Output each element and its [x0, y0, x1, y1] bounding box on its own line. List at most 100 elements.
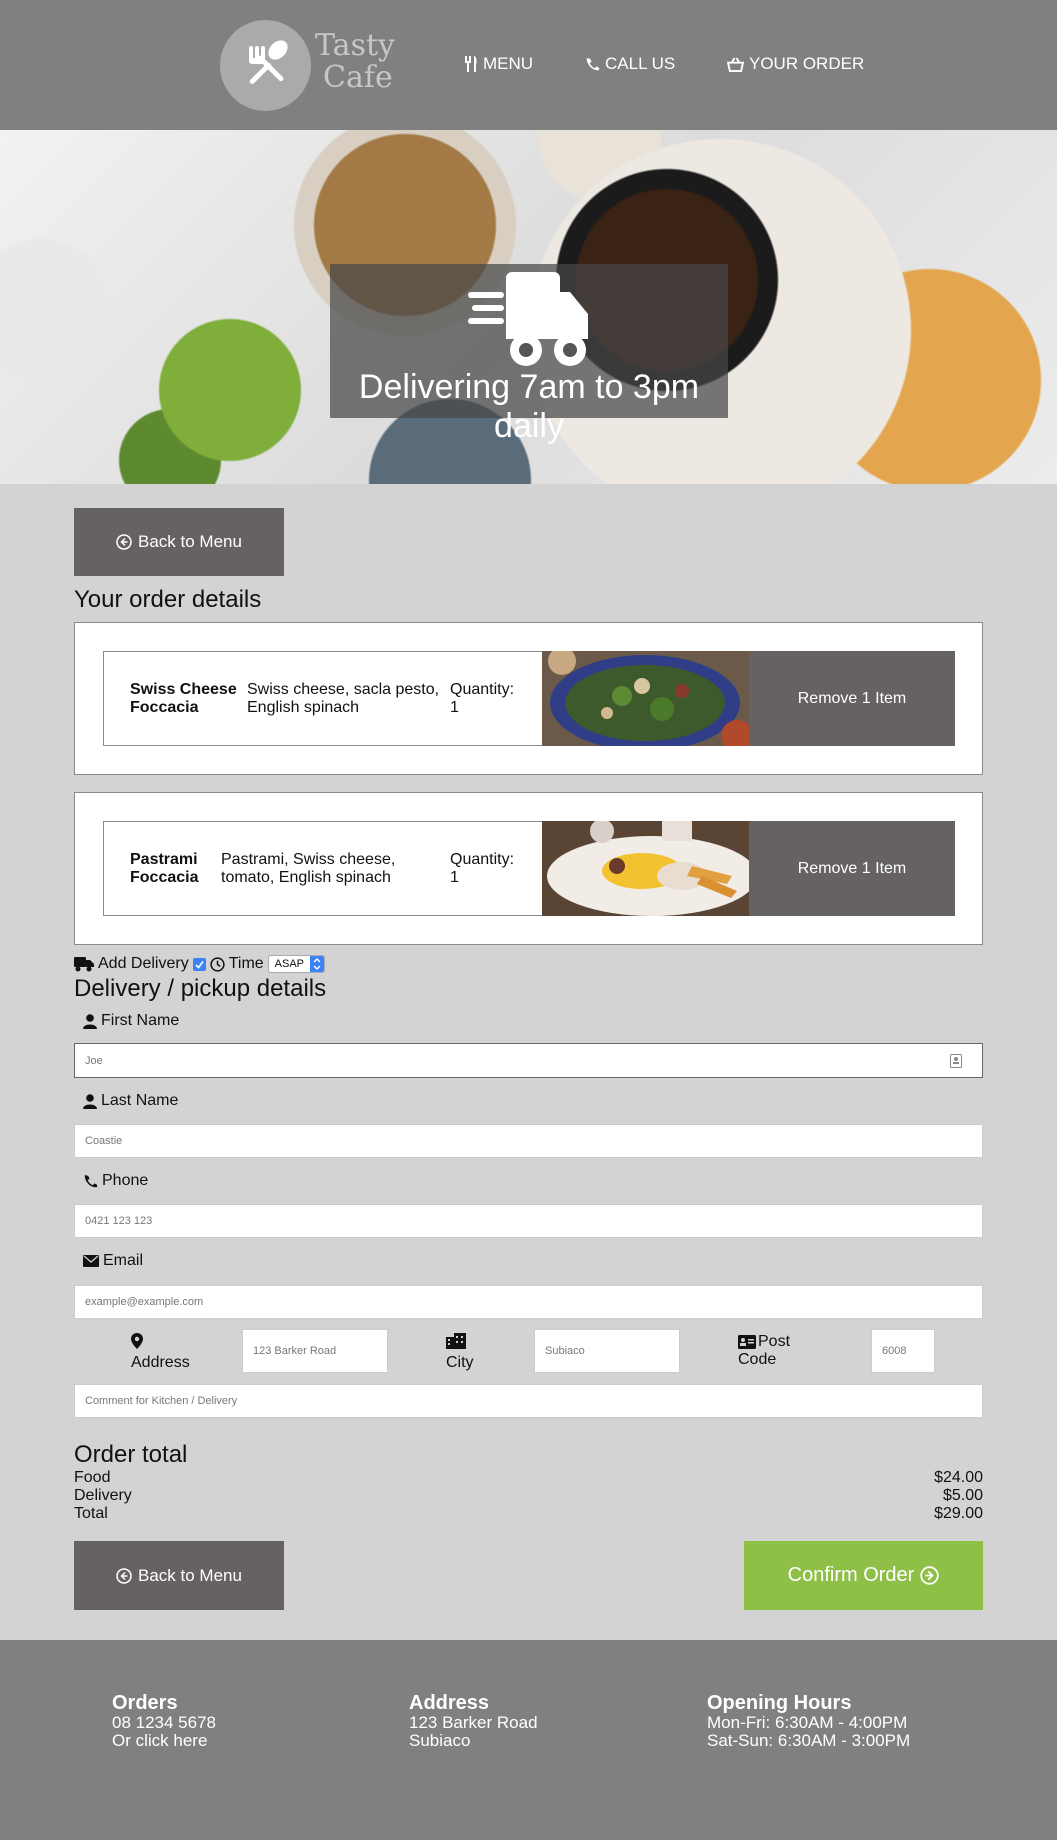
confirm-order-button[interactable]: Confirm Order [744, 1541, 983, 1610]
item-name-line: Foccacia [130, 869, 199, 886]
item-photo [542, 651, 749, 746]
food-value: $24.00 [934, 1469, 983, 1486]
footer-orders-phone[interactable]: 08 1234 5678 [112, 1714, 216, 1732]
add-delivery-label: Add Delivery [98, 955, 189, 972]
order-totals: Food $24.00 Delivery $5.00 Total $29.00 [74, 1469, 983, 1523]
logo-icon[interactable] [220, 20, 311, 111]
arrow-circle-right-icon [920, 1566, 940, 1585]
remove-item-button[interactable]: Remove 1 Item [749, 821, 955, 916]
phone-icon [84, 1174, 98, 1187]
nav-your-order[interactable]: YOUR ORDER [727, 54, 864, 74]
item-photo [542, 821, 749, 916]
back-to-menu-label: Back to Menu [138, 532, 242, 551]
envelope-icon [83, 1255, 99, 1267]
back-to-menu-button[interactable]: Back to Menu [74, 508, 284, 576]
item-description: Swiss cheese, sacla pesto, English spina… [247, 681, 439, 717]
logo-line1: Tasty [315, 28, 395, 63]
hero-text: Delivering 7am to 3pm daily [358, 368, 700, 445]
total-row-food: Food $24.00 [74, 1469, 983, 1487]
time-select[interactable]: ASAP [267, 955, 326, 973]
first-name-input[interactable]: Joe [74, 1043, 983, 1078]
item-quantity: Quantity: 1 [450, 851, 514, 887]
postcode-label: Post Code [738, 1333, 790, 1369]
item-name-line: Swiss Cheese [130, 681, 237, 698]
footer-hours-title: Opening Hours [707, 1692, 852, 1714]
city-label-text: City [446, 1354, 474, 1371]
last-name-label: Last Name [83, 1092, 178, 1110]
item-description: Pastrami, Swiss cheese, tomato, English … [221, 851, 395, 887]
city-label: City [446, 1333, 474, 1372]
add-delivery-checkbox[interactable] [192, 957, 206, 971]
item-desc-line: English spinach [247, 699, 360, 716]
nav-call-us[interactable]: CALL US [585, 54, 675, 74]
item-name-line: Pastrami [130, 851, 198, 868]
first-name-placeholder: Joe [85, 1054, 103, 1067]
nav-menu[interactable]: MENU [464, 54, 533, 74]
total-row-delivery: Delivery $5.00 [74, 1487, 983, 1505]
email-input[interactable]: example@example.com [74, 1285, 983, 1319]
delivery-details-title: Delivery / pickup details [74, 975, 327, 1002]
clock-icon [210, 956, 225, 972]
item-desc-line: Swiss cheese, sacla pesto, [247, 681, 440, 698]
city-input[interactable]: Subiaco [534, 1329, 680, 1373]
map-marker-icon [131, 1333, 143, 1349]
user-icon [83, 1013, 97, 1029]
footer-address-title: Address [409, 1692, 490, 1714]
item-desc-line: tomato, English spinach [221, 869, 391, 886]
delivery-value: $5.00 [942, 1487, 983, 1504]
phone-placeholder: 0421 123 123 [85, 1215, 153, 1227]
footer-orders-title: Orders [112, 1692, 178, 1714]
footer-address: Address 123 Barker Road Subiaco [409, 1692, 538, 1750]
last-name-input[interactable]: Coastie [74, 1124, 983, 1158]
truck-icon [74, 956, 94, 971]
footer-address-line: Subiaco [409, 1731, 471, 1750]
postcode-input[interactable]: 6008 [871, 1329, 935, 1373]
qty-value: 1 [450, 869, 459, 886]
last-name-placeholder: Coastie [85, 1135, 123, 1147]
nav-call-label: CALL US [605, 54, 676, 73]
basket-icon [727, 56, 744, 72]
address-label-text: Address [131, 1354, 190, 1371]
nav-menu-label: MENU [483, 54, 534, 73]
delivery-label: Delivery [74, 1487, 132, 1504]
delivery-options: Add Delivery Time ASAP [74, 955, 326, 973]
footer-hours-line: Sat-Sun: 6:30AM - 3:00PM [707, 1731, 911, 1750]
order-item-info: Swiss Cheese Foccacia Swiss cheese, sacl… [103, 651, 543, 746]
order-item-info: Pastrami Foccacia Pastrami, Swiss cheese… [103, 821, 543, 916]
postcode-placeholder: 6008 [882, 1345, 907, 1357]
footer-hours-line: Mon-Fri: 6:30AM - 4:00PM [707, 1713, 908, 1732]
nav-order-label: YOUR ORDER [749, 54, 865, 73]
address-input[interactable]: 123 Barker Road [242, 1329, 388, 1373]
chevron-updown-icon [310, 956, 325, 972]
logo-text[interactable]: Tasty Cafe [315, 30, 395, 94]
comment-placeholder: Comment for Kitchen / Delivery [85, 1395, 238, 1407]
qty-label: Quantity: [450, 681, 515, 698]
contact-card-icon[interactable] [950, 1054, 962, 1068]
postcode-label-line: Code [738, 1351, 777, 1368]
comment-input[interactable]: Comment for Kitchen / Delivery [74, 1384, 983, 1418]
id-card-icon [738, 1335, 756, 1349]
email-label: Email [83, 1252, 143, 1270]
total-value: $29.00 [934, 1505, 983, 1522]
footer-hours: Opening Hours Mon-Fri: 6:30AM - 4:00PM S… [707, 1692, 910, 1750]
address-placeholder: 123 Barker Road [253, 1345, 337, 1357]
qty-label: Quantity: [450, 851, 515, 868]
back-to-menu-label: Back to Menu [138, 1565, 242, 1585]
remove-item-button[interactable]: Remove 1 Item [749, 651, 955, 746]
qty-value: 1 [450, 699, 459, 716]
order-item-card: Pastrami Foccacia Pastrami, Swiss cheese… [74, 792, 983, 945]
site-footer: Orders 08 1234 5678 Or click here Addres… [0, 1640, 1057, 1840]
postcode-label-line: Post [758, 1333, 791, 1350]
logo-line2: Cafe [323, 60, 393, 95]
order-details-title: Your order details [74, 586, 262, 613]
order-item-card: Swiss Cheese Foccacia Swiss cheese, sacl… [74, 622, 983, 775]
footer-orders-link[interactable]: Or click here [112, 1732, 216, 1750]
total-row-total: Total $29.00 [74, 1505, 983, 1523]
order-total-title: Order total [74, 1441, 188, 1468]
phone-input[interactable]: 0421 123 123 [74, 1204, 983, 1238]
back-to-menu-button-bottom[interactable]: Back to Menu [74, 1541, 284, 1610]
email-placeholder: example@example.com [85, 1296, 204, 1308]
footer-orders: Orders 08 1234 5678 Or click here [112, 1692, 216, 1750]
item-name-line: Foccacia [130, 699, 199, 716]
hero-banner: Delivering 7am to 3pm daily [0, 130, 1057, 484]
